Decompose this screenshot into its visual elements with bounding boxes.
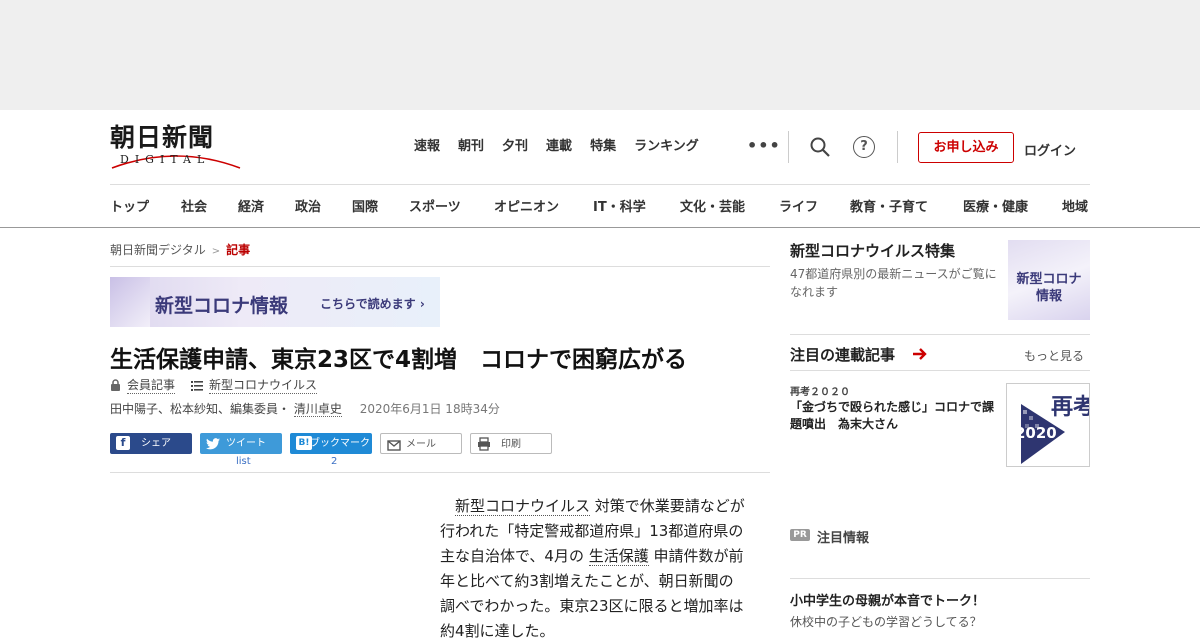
facebook-share-button[interactable]: f シェア bbox=[110, 433, 192, 454]
divider bbox=[790, 578, 1090, 579]
keyword-link[interactable]: 生活保護 bbox=[588, 547, 649, 566]
category-economy[interactable]: 経済 bbox=[238, 196, 264, 215]
breadcrumb-current: 記事 bbox=[226, 243, 251, 257]
category-health[interactable]: 医療・健康 bbox=[963, 196, 1028, 215]
mail-label: メール bbox=[406, 439, 436, 450]
article-meta: 会員記事 新型コロナウイルス bbox=[110, 376, 318, 394]
subscribe-button[interactable]: お申し込み bbox=[918, 132, 1014, 163]
category-politics[interactable]: 政治 bbox=[295, 196, 321, 215]
series-thumb-big: 再考 bbox=[1051, 394, 1090, 420]
print-label: 印刷 bbox=[501, 439, 521, 450]
hatena-count[interactable]: 2 bbox=[331, 456, 337, 467]
print-button[interactable]: 印刷 bbox=[470, 433, 552, 454]
series-tag: 再考２０２０ bbox=[790, 387, 850, 398]
category-sports[interactable]: スポーツ bbox=[409, 196, 461, 215]
article-body: 新型コロナウイルス 対策で休業要請などが行われた「特定警戒都道府県」13都道府県… bbox=[440, 494, 748, 644]
category-international[interactable]: 国際 bbox=[352, 196, 378, 215]
pr-heading: 注目情報 bbox=[817, 531, 870, 546]
category-education[interactable]: 教育・子育て bbox=[850, 196, 928, 215]
divider bbox=[110, 184, 1090, 185]
thumb-text: 情報 bbox=[1035, 289, 1062, 304]
category-life[interactable]: ライフ bbox=[779, 196, 818, 215]
ad-banner-area bbox=[0, 0, 1200, 110]
share-label: シェア bbox=[141, 438, 171, 449]
tweet-label: ツイート bbox=[226, 438, 266, 449]
list-icon bbox=[191, 380, 204, 391]
logo-digital: DIGITAL bbox=[120, 153, 211, 166]
mail-share-button[interactable]: メール bbox=[380, 433, 462, 454]
top-nav-item[interactable]: 特集 bbox=[590, 137, 616, 159]
pr-subtitle: 休校中の子どもの学習どうしてる？ bbox=[790, 615, 982, 629]
series-thumb-year: 2020 bbox=[1015, 424, 1057, 442]
pr-badge: PR bbox=[790, 529, 810, 541]
keyword-link[interactable]: 新型コロナウイルス bbox=[455, 497, 591, 516]
top-nav-item[interactable]: 夕刊 bbox=[502, 137, 528, 159]
breadcrumb-home[interactable]: 朝日新聞デジタル bbox=[110, 243, 206, 257]
series-heading: 注目の連載記事 bbox=[790, 346, 896, 364]
divider bbox=[790, 334, 1090, 335]
article-headline: 生活保護申請、東京23区で4割増 コロナで困窮広がる bbox=[110, 347, 688, 373]
feature-thumbnail[interactable]: 新型コロナ 情報 bbox=[1008, 240, 1090, 320]
category-society[interactable]: 社会 bbox=[181, 196, 207, 215]
series-thumbnail-art: 再考 2020 bbox=[1015, 394, 1090, 464]
category-opinion[interactable]: オピニオン bbox=[494, 196, 559, 215]
site-logo[interactable]: 朝日新聞 DIGITAL bbox=[110, 124, 242, 170]
top-nav: 速報 朝刊 夕刊 連載 特集 ランキング bbox=[414, 137, 717, 159]
article-byline: 田中陽子、松本紗知、編集委員・ 清川卓史 2020年6月1日 18時34分 bbox=[110, 400, 500, 417]
twitter-share-button[interactable]: ツイート bbox=[200, 433, 282, 454]
help-icon[interactable]: ? bbox=[853, 136, 875, 158]
top-nav-item[interactable]: ランキング bbox=[634, 137, 699, 159]
top-nav-item[interactable]: 朝刊 bbox=[458, 137, 484, 159]
category-top[interactable]: トップ bbox=[110, 196, 149, 215]
author-link[interactable]: 清川卓史 bbox=[293, 402, 342, 417]
feature-title-link[interactable]: 新型コロナウイルス特集 bbox=[790, 240, 955, 261]
topic-link[interactable]: 新型コロナウイルス bbox=[209, 376, 318, 394]
pr-article-link[interactable]: 小中学生の母親が本音でトーク！ bbox=[790, 590, 985, 609]
lock-icon bbox=[111, 379, 120, 391]
feature-description: 47都道府県別の最新ニュースがご覧になれます bbox=[790, 267, 997, 299]
authors-text: 田中陽子、松本紗知、編集委員・ bbox=[110, 402, 291, 416]
divider bbox=[788, 131, 789, 163]
category-it-science[interactable]: IT・科学 bbox=[593, 196, 646, 215]
series-thumbnail[interactable]: 再考 2020 bbox=[1006, 383, 1090, 467]
breadcrumb: 朝日新聞デジタル > 記事 bbox=[110, 241, 250, 258]
hatena-bookmark-button[interactable]: B! ブックマーク bbox=[290, 433, 372, 454]
divider bbox=[110, 266, 770, 267]
corona-info-banner[interactable]: 新型コロナ情報 こちらで読めます › bbox=[110, 277, 440, 327]
divider bbox=[790, 370, 1090, 371]
category-local[interactable]: 地域 bbox=[1062, 196, 1088, 215]
divider bbox=[897, 131, 898, 163]
bookmark-label: ブックマーク bbox=[310, 438, 370, 449]
publish-date: 2020年6月1日 18時34分 bbox=[359, 402, 500, 416]
top-nav-item[interactable]: 速報 bbox=[414, 137, 440, 159]
body-text bbox=[440, 497, 455, 515]
divider bbox=[0, 227, 1200, 228]
banner-cta: こちらで読めます › bbox=[320, 297, 425, 311]
arrow-right-icon bbox=[913, 348, 927, 360]
login-link[interactable]: ログイン bbox=[1024, 140, 1076, 159]
more-menu-icon[interactable]: ••• bbox=[747, 136, 781, 155]
top-nav-item[interactable]: 連載 bbox=[546, 137, 572, 159]
divider bbox=[110, 472, 770, 473]
series-article-link[interactable]: 「金づちで殴られた感じ」コロナで課題噴出 為末大さん bbox=[790, 399, 1002, 433]
category-culture[interactable]: 文化・芸能 bbox=[680, 196, 745, 215]
banner-title: 新型コロナ情報 bbox=[155, 295, 289, 317]
more-link[interactable]: もっと見る bbox=[1024, 347, 1084, 364]
breadcrumb-separator: > bbox=[211, 246, 221, 257]
member-article-link[interactable]: 会員記事 bbox=[127, 376, 176, 394]
twitter-count[interactable]: list bbox=[236, 456, 251, 467]
banner-decoration bbox=[110, 277, 150, 327]
search-icon[interactable] bbox=[809, 136, 831, 158]
